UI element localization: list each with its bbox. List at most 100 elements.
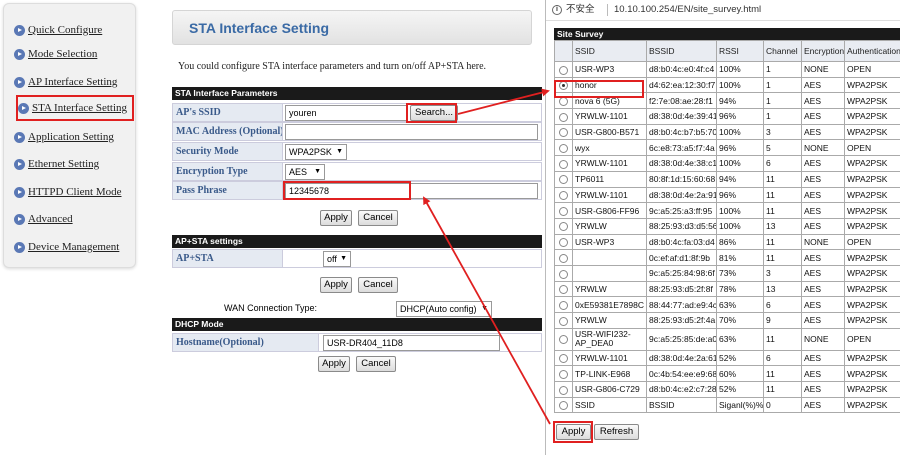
sidebar-item-ethernet[interactable]: Ethernet Setting <box>14 151 134 177</box>
table-row[interactable]: nova 6 (5G) f2:7e:08:ae:28:f1 94% 1 AES WPA2P… <box>554 92 900 110</box>
radio-button[interactable] <box>559 112 568 122</box>
radio-button[interactable] <box>559 206 568 216</box>
arrow-icon <box>14 48 25 60</box>
pass-label: Pass Phrase <box>173 182 283 199</box>
radio-cell <box>554 202 573 219</box>
table-row[interactable]: USR-G806-FF96 9c:a5:25:a3:ff:95 100% 11 AES W… <box>554 202 900 219</box>
pass-phrase-input[interactable]: 12345678 <box>285 183 538 199</box>
dhcp-apply-button[interactable]: Apply <box>318 356 350 372</box>
authentication-cell: WPA2PSK <box>844 264 900 282</box>
radio-button[interactable] <box>559 238 568 248</box>
table-row[interactable]: 0xE59381E7898C 88:44:77:ad:e9:4c 63% 6 AES WP… <box>554 296 900 313</box>
table-row[interactable]: honor d4:62:ea:12:30:f7 100% 1 AES WPA2PSK <box>554 76 900 94</box>
authentication-cell: WPA2PSK <box>844 108 900 125</box>
radio-cell <box>554 249 573 266</box>
radio-button[interactable] <box>559 175 568 185</box>
ssid-input[interactable]: youren <box>285 105 407 121</box>
mac-input[interactable] <box>285 124 538 140</box>
radio-button[interactable] <box>559 159 568 169</box>
radio-button[interactable] <box>559 81 568 91</box>
radio-button[interactable] <box>559 401 568 411</box>
radio-button[interactable] <box>559 300 568 310</box>
search-button[interactable]: Search... <box>410 105 458 121</box>
survey-refresh-button[interactable]: Refresh <box>594 424 639 440</box>
radio-button[interactable] <box>559 269 568 279</box>
table-row[interactable]: TP6011 80:8f:1d:15:60:68 94% 11 AES WPA2PSK <box>554 170 900 188</box>
radio-cell <box>554 233 573 251</box>
table-row[interactable]: TP-LINK-E968 0c:4b:54:ee:e9:68 60% 11 AES WPA… <box>554 365 900 383</box>
channel-cell: 1 <box>763 92 802 110</box>
channel-cell: 11 <box>763 202 802 219</box>
table-row[interactable]: USR-WIFI232-AP_DEA0 9c:a5:25:85:de:a0 63% 1… <box>554 327 900 351</box>
table-row[interactable]: YRWLW-1101 d8:38:0d:4e:2a:91 96% 11 AES WPA2P… <box>554 186 900 204</box>
row-ssid: AP's SSID youren Search... <box>172 103 542 122</box>
table-row[interactable]: SSID BSSID Siganl(%)% 0 AES WPA2PSK <box>554 396 900 414</box>
sidebar: Quick Configure Mode Selection AP Interf… <box>3 3 136 268</box>
table-row[interactable]: YRWLW-1101 d8:38:0d:4e:2a:61 52% 6 AES WPA2PS… <box>554 349 900 367</box>
apsta-cancel-button[interactable]: Cancel <box>358 277 398 293</box>
encryption-type-select[interactable]: AES ▼ <box>285 164 325 180</box>
sidebar-item-application[interactable]: Application Setting <box>14 124 134 150</box>
authentication-cell: WPA2PSK <box>844 396 900 414</box>
channel-cell: 11 <box>763 249 802 266</box>
radio-button[interactable] <box>559 369 568 379</box>
security-mode-value: WPA2PSK <box>289 147 332 157</box>
radio-button[interactable] <box>559 316 568 326</box>
radio-button[interactable] <box>559 334 568 344</box>
radio-button[interactable] <box>559 191 568 201</box>
sidebar-item-sta-interface[interactable]: STA Interface Setting <box>16 95 134 121</box>
ssid-cell: YRWLW-1101 <box>572 186 647 204</box>
sidebar-item-quick-configure[interactable]: Quick Configure <box>14 17 134 43</box>
rssi-cell: 100% <box>716 217 764 235</box>
radio-button[interactable] <box>559 65 568 75</box>
ssid-cell <box>572 264 647 282</box>
encryption-cell: AES <box>801 280 845 298</box>
table-row[interactable]: YRWLW 88:25:93:d3:d5:56 100% 13 AES WPA2PSK <box>554 217 900 235</box>
radio-button[interactable] <box>559 253 568 263</box>
table-row[interactable]: USR-G800-B571 d8:b0:4c:b7:b5:70 100% 3 AES WP… <box>554 123 900 141</box>
sidebar-item-advanced[interactable]: Advanced <box>14 206 134 232</box>
address-bar[interactable]: i 不安全 10.10.100.254/EN/site_survey.html <box>546 0 900 21</box>
apsta-apply-button[interactable]: Apply <box>320 277 352 293</box>
wan-connection-select[interactable]: DHCP(Auto config) ▼ <box>396 301 492 317</box>
authentication-cell: OPEN <box>844 233 900 251</box>
radio-button[interactable] <box>559 96 568 106</box>
encryption-cell: AES <box>801 312 845 329</box>
ssid-cell: USR-WP3 <box>572 233 647 251</box>
sidebar-item-httpd-client[interactable]: HTTPD Client Mode <box>14 179 134 205</box>
table-row[interactable]: 0c:ef:af:d1:8f:9b 81% 11 AES WPA2PSK <box>554 249 900 266</box>
table-row[interactable]: USR-WP3 d8:b0:4c:fa:03:d4 86% 11 NONE OPEN <box>554 233 900 251</box>
sidebar-item-mode-selection[interactable]: Mode Selection <box>14 41 134 67</box>
arrow-icon <box>14 186 25 198</box>
authentication-cell: WPA2PSK <box>844 170 900 188</box>
table-row[interactable]: wyx 6c:e8:73:a5:f7:4a 96% 5 NONE OPEN <box>554 139 900 157</box>
radio-button[interactable] <box>559 128 568 138</box>
security-mode-select[interactable]: WPA2PSK ▼ <box>285 144 347 160</box>
survey-apply-button[interactable]: Apply <box>556 424 591 440</box>
apsta-select[interactable]: off ▼ <box>323 251 351 267</box>
table-row[interactable]: YRWLW-1101 d8:38:0d:4e:38:c1 100% 6 AES WPA2P… <box>554 155 900 172</box>
radio-button[interactable] <box>559 285 568 295</box>
channel-cell: 3 <box>763 123 802 141</box>
table-row[interactable]: USR-WP3 d8:b0:4c:e0:4f:c4 100% 1 NONE OPEN <box>554 61 900 78</box>
radio-button[interactable] <box>559 354 568 364</box>
table-row[interactable]: 9c:a5:25:84:98:6f 73% 3 AES WPA2PSK <box>554 264 900 282</box>
radio-button[interactable] <box>559 222 568 232</box>
hostname-input[interactable]: USR-DR404_11D8 <box>323 335 500 351</box>
ssid-cell: SSID <box>572 396 647 414</box>
radio-button[interactable] <box>559 385 568 395</box>
ssid-cell: USR-WP3 <box>572 61 647 78</box>
sidebar-item-ap-interface[interactable]: AP Interface Setting <box>14 69 134 95</box>
radio-button[interactable] <box>559 144 568 154</box>
table-row[interactable]: YRWLW-1101 d8:38:0d:4e:39:41 96% 1 AES WPA2PS… <box>554 108 900 125</box>
table-row[interactable]: USR-G806-C729 d8:b0:4c:e2:c7:28 52% 11 AES WP… <box>554 381 900 398</box>
table-row[interactable]: YRWLW 88:25:93:d5:2f:4a 70% 9 AES WPA2PSK <box>554 312 900 329</box>
sta-cancel-button[interactable]: Cancel <box>358 210 398 226</box>
ssid-cell: YRWLW-1101 <box>572 155 647 172</box>
dhcp-cancel-button[interactable]: Cancel <box>356 356 396 372</box>
sidebar-item-device-management[interactable]: Device Management <box>14 234 134 260</box>
table-row[interactable]: YRWLW 88:25:93:d5:2f:8f 78% 13 AES WPA2PSK <box>554 280 900 298</box>
channel-cell: 6 <box>763 296 802 313</box>
info-icon: i <box>552 5 562 15</box>
sta-apply-button[interactable]: Apply <box>320 210 352 226</box>
